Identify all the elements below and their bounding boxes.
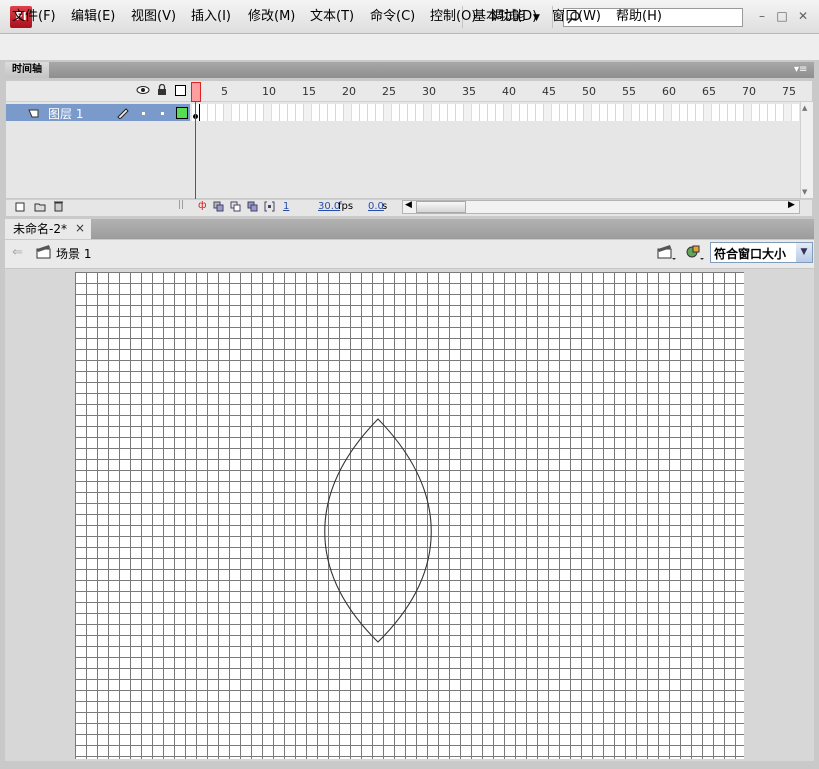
menu-commands[interactable]: 命令(C)	[370, 5, 415, 24]
menu-insert[interactable]: 插入(I)	[191, 5, 231, 24]
modify-markers-icon[interactable]	[264, 201, 275, 212]
ruler-number: 55	[622, 85, 636, 98]
ruler-number: 20	[342, 85, 356, 98]
playhead-line	[195, 101, 196, 199]
menu-debug[interactable]: 调试(D)	[491, 5, 537, 24]
ruler-number: 45	[542, 85, 556, 98]
menu-text[interactable]: 文本(T)	[310, 5, 354, 24]
panel-menu-icon[interactable]: ▾≡	[794, 62, 812, 78]
lock-dot[interactable]	[161, 112, 164, 115]
menu-bar	[0, 34, 819, 60]
edit-scene-icon[interactable]	[657, 244, 677, 262]
menu-control[interactable]: 控制(O)	[430, 5, 476, 24]
document-title: 未命名-2*	[13, 222, 67, 236]
edit-multiple-frames-icon[interactable]	[247, 201, 258, 212]
ruler-number: 50	[582, 85, 596, 98]
scroll-up-icon[interactable]: ▲	[802, 104, 807, 112]
center-frame-icon[interactable]: ф	[198, 200, 207, 211]
new-folder-icon[interactable]	[34, 201, 46, 212]
ruler-number: 10	[262, 85, 276, 98]
back-arrow-icon[interactable]: ⇐	[12, 245, 23, 260]
menu-window[interactable]: 窗口(W)	[552, 5, 601, 24]
ruler-number: 65	[702, 85, 716, 98]
layer-name[interactable]: 图层 1	[48, 105, 83, 122]
menu-view[interactable]: 视图(V)	[131, 5, 176, 24]
ruler-number: 30	[422, 85, 436, 98]
minimize-button[interactable]: –	[754, 8, 770, 24]
scroll-down-icon[interactable]: ▼	[802, 188, 807, 196]
scene-label: 场景 1	[56, 247, 92, 261]
layer-icon	[28, 109, 39, 118]
chevron-down-icon[interactable]: ▼	[796, 243, 812, 262]
leaf-shape[interactable]	[75, 272, 744, 759]
elapsed-time-unit: s	[382, 201, 388, 212]
zoom-value: 符合窗口大小	[714, 247, 787, 261]
ruler-number: 35	[462, 85, 476, 98]
menu-edit[interactable]: 编辑(E)	[71, 5, 115, 24]
maximize-button[interactable]: □	[774, 8, 790, 24]
timeline-panel-header	[5, 62, 814, 78]
onion-skin-icon[interactable]	[213, 201, 224, 212]
scroll-right-icon[interactable]: ▶	[788, 200, 795, 210]
ruler-number: 5	[221, 85, 228, 98]
layer-outline-color[interactable]	[176, 107, 188, 119]
scene-clapper-icon	[36, 245, 51, 259]
menu-modify[interactable]: 修改(M)	[248, 5, 295, 24]
scroll-left-icon[interactable]: ◀	[405, 200, 412, 210]
edit-symbols-icon[interactable]	[684, 243, 706, 262]
current-frame[interactable]: 1	[283, 201, 289, 212]
pencil-icon	[117, 108, 129, 119]
lock-icon[interactable]	[156, 84, 168, 96]
new-layer-icon[interactable]	[15, 201, 26, 212]
visibility-dot[interactable]	[142, 112, 145, 115]
close-icon[interactable]: ×	[75, 221, 85, 235]
document-tab-bar	[5, 219, 814, 239]
outline-icon[interactable]	[175, 85, 186, 96]
close-button[interactable]: ✕	[795, 8, 811, 24]
frames-row[interactable]	[192, 104, 799, 121]
timeline-header	[6, 81, 812, 102]
onion-skin-outline-icon[interactable]	[230, 201, 241, 212]
ruler-number: 75	[782, 85, 796, 98]
zoom-select[interactable]: 符合窗口大小 ▼	[710, 242, 813, 263]
ruler-number: 15	[302, 85, 316, 98]
frame-rate[interactable]: 30.0	[318, 201, 340, 212]
ruler-number: 70	[742, 85, 756, 98]
menu-file[interactable]: 文件(F)	[12, 5, 56, 24]
ruler-number: 40	[502, 85, 516, 98]
ruler-number: 60	[662, 85, 676, 98]
delete-layer-icon[interactable]	[53, 200, 64, 212]
eye-icon[interactable]	[136, 85, 150, 95]
ruler-number: 25	[382, 85, 396, 98]
playhead[interactable]	[191, 82, 201, 102]
tab-timeline[interactable]: 时间轴	[5, 62, 49, 78]
frame-rate-unit: fps	[338, 201, 354, 212]
splitter-handle[interactable]: ||	[178, 200, 184, 210]
scroll-thumb[interactable]	[416, 201, 466, 213]
menu-help[interactable]: 帮助(H)	[616, 5, 662, 24]
timeline-vertical-scrollbar[interactable]	[800, 102, 813, 198]
leaf-outline-path[interactable]	[324, 418, 432, 643]
